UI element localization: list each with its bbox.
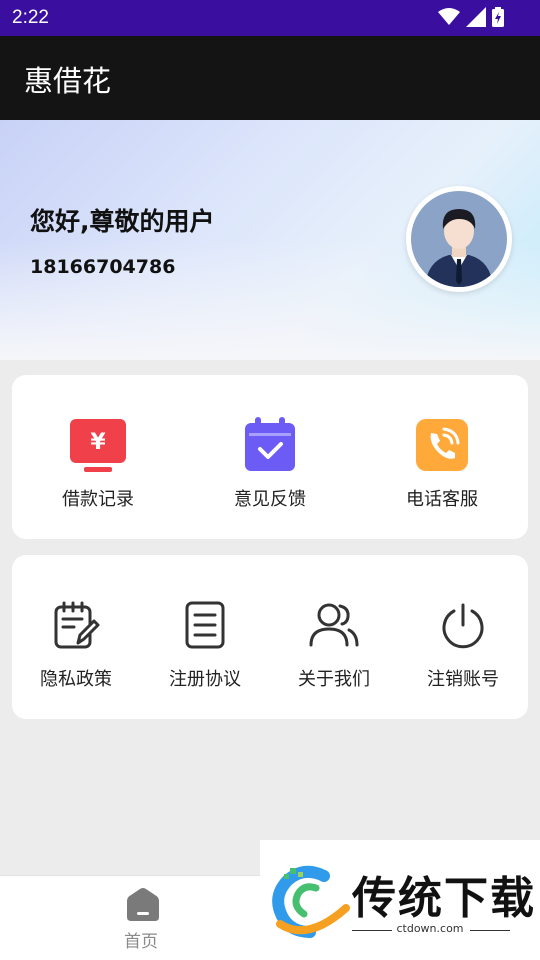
settings-item-agreement[interactable]: 注册协议: [155, 595, 255, 705]
greeting-text: 您好,尊敬的用户: [30, 207, 215, 236]
ctdown-logo-icon: [272, 865, 350, 938]
quick-action-loan-records[interactable]: ¥ 借款记录: [48, 415, 148, 525]
home-icon: [127, 888, 159, 921]
settings-item-label: 隐私政策: [40, 669, 112, 690]
quick-action-label: 意见反馈: [234, 489, 306, 510]
power-icon: [442, 603, 484, 649]
quick-action-label: 借款记录: [62, 489, 134, 510]
svg-text:¥: ¥: [90, 430, 106, 455]
status-icons: [438, 7, 504, 27]
watermark-brand: 传统下载: [352, 873, 536, 924]
signal-icon: [466, 7, 486, 27]
watermark-divider: [470, 930, 510, 931]
settings-item-privacy[interactable]: 隐私政策: [26, 595, 126, 705]
status-time: 2:22: [12, 7, 49, 28]
agreement-document-icon: [185, 601, 225, 649]
settings-item-label: 关于我们: [298, 669, 370, 690]
quick-action-phone-service[interactable]: 电话客服: [392, 415, 492, 525]
nav-home[interactable]: [125, 887, 161, 927]
quick-action-label: 电话客服: [406, 489, 478, 510]
feedback-calendar-icon: [245, 417, 295, 471]
avatar[interactable]: [406, 186, 512, 292]
app-bar: 惠借花: [0, 36, 540, 120]
users-icon: [309, 603, 359, 647]
phone-service-icon: [416, 419, 468, 471]
settings-item-label: 注册协议: [169, 669, 241, 690]
settings-item-label: 注销账号: [427, 669, 499, 690]
profile-header: 您好,尊敬的用户 18166704786: [0, 120, 540, 360]
wifi-icon: [438, 8, 460, 25]
settings-item-deactivate[interactable]: 注销账号: [413, 595, 513, 705]
user-avatar-icon: [411, 191, 507, 287]
settings-item-about[interactable]: 关于我们: [284, 595, 384, 705]
status-bar: 2:22: [0, 0, 540, 36]
user-phone: 18166704786: [30, 256, 176, 278]
quick-actions-card: ¥ 借款记录 意见反馈 电话客服: [12, 375, 528, 539]
loan-record-icon: ¥: [70, 419, 126, 472]
settings-card: 隐私政策 注册协议 关于我们 注销账号: [12, 555, 528, 719]
watermark-url: ctdown.com: [396, 922, 464, 935]
nav-home-label[interactable]: 首页: [124, 927, 158, 952]
quick-action-feedback[interactable]: 意见反馈: [220, 415, 320, 525]
app-title: 惠借花: [24, 64, 112, 98]
watermark: 传统下载 ctdown.com: [260, 840, 540, 960]
battery-icon: [492, 7, 504, 27]
privacy-policy-icon: [54, 601, 100, 649]
